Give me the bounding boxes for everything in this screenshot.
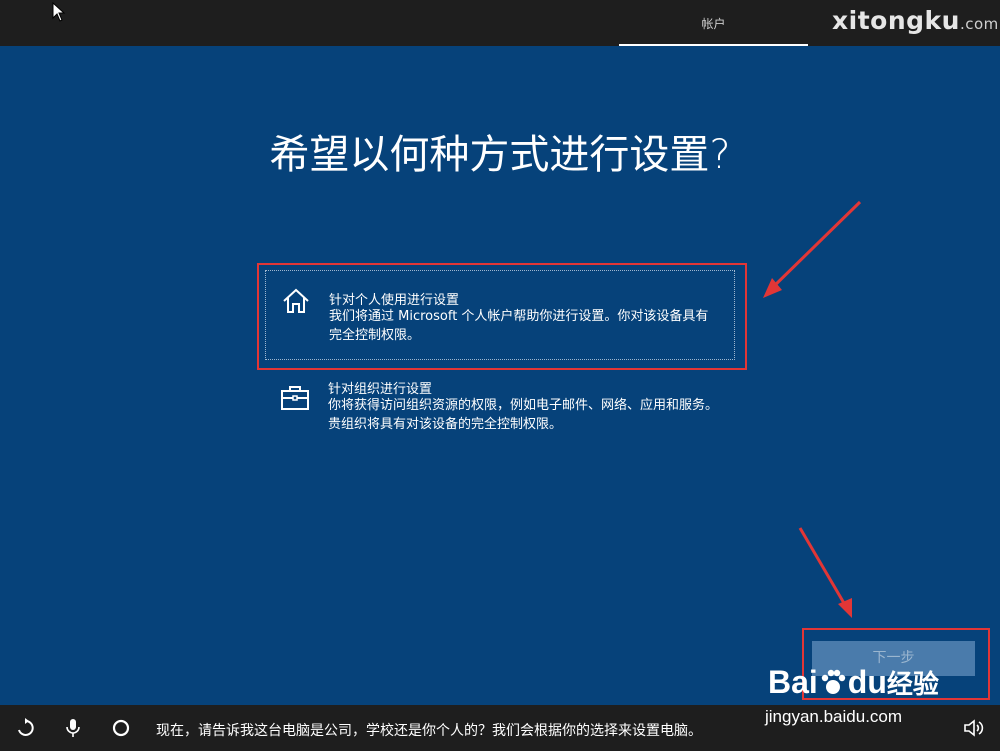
page-title: 希望以何种方式进行设置? [269, 132, 731, 178]
briefcase-icon [281, 386, 309, 410]
tab-underline [619, 44, 808, 46]
tab-account-label: 帐户 [701, 17, 726, 31]
accessibility-icon[interactable] [14, 717, 36, 739]
option-organization-title: 针对组织进行设置 [328, 382, 433, 397]
xitongku-watermark: xitongku.com [832, 6, 999, 35]
option-organization[interactable]: 针对组织进行设置 你将获得访问组织资源的权限，例如电子邮件、网络、应用和服务。贵… [265, 368, 733, 438]
option-personal-description: 我们将通过 Microsoft 个人帐户帮助你进行设置。你对该设备具有完全控制权… [329, 309, 709, 343]
narration-text: 现在，请告诉我这台电脑是公司，学校还是你个人的？我们会根据你的选择来设置电脑。 [156, 723, 702, 739]
option-organization-description: 你将获得访问组织资源的权限，例如电子邮件、网络、应用和服务。贵组织将具有对该设备… [328, 398, 719, 432]
cortana-icon[interactable] [110, 717, 132, 739]
option-personal-title: 针对个人使用进行设置 [329, 293, 460, 308]
mouse-cursor-icon [52, 2, 66, 22]
microphone-icon[interactable] [62, 717, 84, 739]
tab-account: 帐户 [619, 0, 808, 46]
baidu-url-watermark: jingyan.baidu.com [765, 707, 903, 726]
bottom-bar: 现在，请告诉我这台电脑是公司，学校还是你个人的？我们会根据你的选择来设置电脑。 … [0, 705, 1000, 751]
arrow-to-option-icon [763, 200, 862, 298]
home-icon [283, 288, 309, 313]
volume-icon[interactable] [962, 717, 984, 739]
baidu-watermark: Bai du经验 [768, 664, 939, 700]
top-bar: 帐户 xitongku.com [0, 0, 1000, 46]
paw-icon [821, 669, 845, 694]
option-personal-use[interactable]: 针对个人使用进行设置 我们将通过 Microsoft 个人帐户帮助你进行设置。你… [265, 270, 735, 360]
arrow-to-next-icon [798, 527, 852, 618]
